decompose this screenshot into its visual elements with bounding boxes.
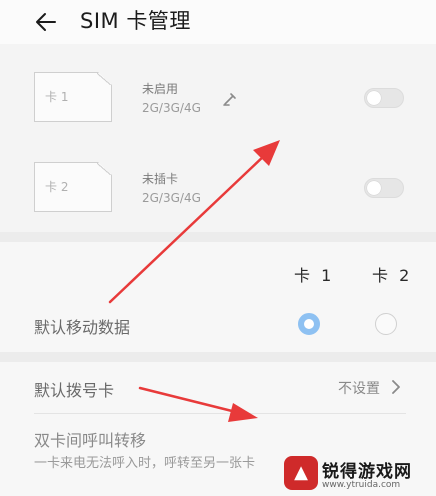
sim-card-1-network: 2G/3G/4G	[142, 101, 201, 115]
section-divider	[0, 232, 436, 242]
edit-pencil-icon[interactable]	[222, 91, 238, 107]
chevron-right-icon[interactable]	[390, 378, 402, 396]
watermark-text: 锐得游戏网	[322, 462, 412, 482]
default-data-radio-card-2[interactable]	[375, 313, 397, 335]
section-divider	[0, 352, 436, 362]
sim-card-1-icon: 卡 1	[34, 72, 112, 122]
column-header-card-2: 卡 2	[372, 266, 413, 285]
sim-card-1-status: 未启用	[142, 82, 179, 96]
sim-card-2-toggle[interactable]	[364, 178, 404, 198]
column-header-card-1: 卡 1	[294, 266, 335, 285]
sim-card-2-network: 2G/3G/4G	[142, 191, 201, 205]
sim-card-2-label: 卡 2	[45, 180, 69, 194]
sim-card-1-label: 卡 1	[45, 90, 69, 104]
sim-card-1-toggle[interactable]	[364, 88, 404, 108]
watermark-logo-icon: ▲	[284, 456, 318, 490]
title-bar: SIM 卡管理	[0, 0, 436, 44]
call-forward-description: 一卡来电无法呼入时，呼转至另一张卡	[34, 456, 256, 471]
back-arrow-icon[interactable]	[34, 10, 58, 34]
default-dial-value[interactable]: 不设置	[338, 378, 380, 398]
default-data-label: 默认移动数据	[34, 318, 131, 337]
sim-card-2-icon: 卡 2	[34, 162, 112, 212]
call-forward-title: 双卡间呼叫转移	[34, 431, 147, 450]
row-divider	[34, 413, 406, 414]
sim-card-2-status: 未插卡	[142, 172, 179, 186]
default-data-radio-card-1[interactable]	[298, 313, 320, 335]
watermark-url: www.ytruida.com	[322, 480, 401, 490]
page-title: SIM 卡管理	[80, 9, 191, 33]
site-watermark: ▲ 锐得游戏网 www.ytruida.com	[284, 456, 434, 496]
default-dial-label[interactable]: 默认拨号卡	[34, 377, 114, 401]
